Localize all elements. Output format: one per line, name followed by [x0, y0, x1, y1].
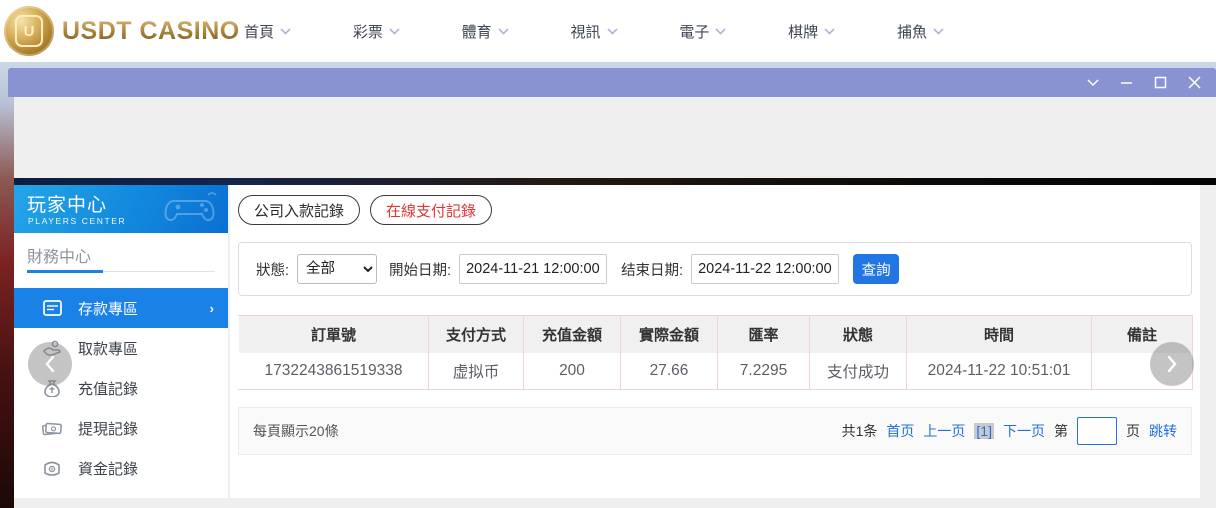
nav-item-lottery[interactable]: 彩票: [353, 21, 400, 42]
chevron-down-icon: [280, 27, 291, 35]
chevron-right-icon: [1167, 355, 1177, 373]
table-row: 1732243861519338 虚拟币 200 27.66 7.2295 支付…: [238, 352, 1193, 390]
nav-label: 彩票: [352, 23, 383, 41]
list-footer: 每頁顯示20條 共1条 首页 上一页 [1] 下一页 第 页 跳转: [238, 407, 1192, 455]
jump-page-input[interactable]: [1077, 417, 1117, 445]
pagination: 共1条 首页 上一页 [1] 下一页 第 页 跳转: [842, 417, 1177, 445]
page-size-text: 每頁顯示20條: [253, 423, 339, 439]
col-actual-amount: 實際金額: [620, 315, 718, 353]
total-count: 共1条: [841, 423, 878, 439]
chevron-down-icon: [715, 27, 726, 35]
jump-prefix: 第: [1054, 423, 1068, 439]
nav-item-slots[interactable]: 電子: [679, 21, 726, 42]
start-date-input[interactable]: [459, 254, 608, 284]
col-pay-method: 支付方式: [428, 315, 524, 353]
cell-actual-amount: 27.66: [620, 352, 718, 390]
chevron-down-icon: [933, 27, 944, 35]
hero-image-strip: [14, 178, 1216, 185]
record-tabs: 公司入款記錄 在線支付記錄: [238, 195, 493, 225]
brand-name: USDT CASINO: [62, 16, 240, 45]
table-header-row: 訂單號 支付方式 充值金額 實際金額 匯率 狀態 時間 備註: [238, 315, 1193, 353]
nav-item-home[interactable]: 首頁: [244, 21, 291, 42]
close-icon[interactable]: [1187, 75, 1202, 90]
carousel-prev-button[interactable]: [28, 342, 72, 386]
sidebar-item-withdrawal-records[interactable]: 提現記錄: [14, 408, 228, 448]
cash-notes-icon: [42, 418, 62, 438]
col-order-no: 訂單號: [238, 315, 429, 353]
sidebar-section-title: 財務中心: [27, 249, 92, 266]
sidebar-item-label: 提現記錄: [78, 420, 139, 438]
first-page-link[interactable]: 首页: [886, 421, 914, 441]
end-date-label: 结束日期:: [621, 262, 684, 279]
cell-recharge-amount: 200: [523, 352, 621, 390]
chevron-down-icon: [389, 27, 400, 35]
sidebar-title: 玩家中心: [27, 195, 108, 216]
nav-label: 捕魚: [896, 23, 927, 41]
nav-label: 視訊: [570, 23, 601, 41]
col-exchange-rate: 匯率: [717, 315, 810, 353]
sidebar-item-label: 取款專區: [78, 340, 139, 358]
top-nav: 首頁 彩票 體育 視訊 電子 棋牌 捕魚: [244, 0, 944, 62]
nav-label: 體育: [461, 23, 492, 41]
brand-emblem-letter: U: [15, 15, 43, 47]
filter-bar: 狀態: 全部 開始日期: 结束日期: 查詢: [238, 242, 1192, 296]
sidebar-item-label: 存款專區: [78, 300, 139, 318]
nav-label: 電子: [679, 23, 710, 41]
nav-label: 首頁: [244, 23, 275, 41]
sidebar-subtitle: PLAYERS CENTER: [28, 216, 127, 226]
status-select[interactable]: 全部: [297, 254, 378, 284]
minimize-icon[interactable]: [1119, 75, 1134, 90]
tab-company-deposit-records[interactable]: 公司入款記錄: [238, 195, 361, 225]
cell-exchange-rate: 7.2295: [717, 352, 810, 390]
cell-order-no: 1732243861519338: [238, 352, 429, 390]
sidebar-header: 玩家中心 PLAYERS CENTER: [14, 185, 228, 233]
chevron-down-icon: [606, 27, 618, 35]
query-button[interactable]: 查詢: [853, 254, 900, 284]
maximize-icon[interactable]: [1153, 75, 1168, 90]
nav-item-fishing[interactable]: 捕魚: [897, 21, 944, 42]
cell-pay-method: 虚拟币: [428, 352, 524, 390]
start-date-label: 開始日期:: [389, 262, 452, 279]
end-date-input[interactable]: [691, 254, 840, 284]
collapse-icon[interactable]: [1085, 75, 1100, 90]
tab-online-payment-records[interactable]: 在線支付記錄: [370, 195, 493, 225]
records-panel: 公司入款記錄 在線支付記錄 狀態: 全部 開始日期: 结束日期: 查詢 訂單號 …: [230, 185, 1200, 498]
chevron-down-icon: [824, 27, 835, 35]
next-page-link[interactable]: 下一页: [1003, 421, 1045, 441]
funds-wallet-icon: [42, 458, 62, 478]
col-time: 時間: [906, 315, 1092, 353]
status-label: 狀態:: [256, 262, 290, 279]
current-page-indicator: [1]: [974, 423, 994, 439]
col-status: 狀態: [809, 315, 907, 353]
col-recharge-amount: 充值金額: [523, 315, 621, 353]
sidebar-item-funds-records[interactable]: 資金記錄: [14, 448, 228, 488]
site-header: U USDT CASINO 首頁 彩票 體育 視訊 電子 棋牌 捕魚: [0, 0, 1216, 62]
cell-time: 2024-11-22 10:51:01: [906, 352, 1092, 390]
divider-accent: [27, 270, 103, 273]
nav-item-sports[interactable]: 體育: [462, 21, 509, 42]
brand-logo[interactable]: U USDT CASINO: [4, 5, 240, 57]
nav-item-cards[interactable]: 棋牌: [788, 21, 835, 42]
jump-button[interactable]: 跳转: [1149, 421, 1177, 441]
chevron-down-icon: [498, 27, 509, 35]
sidebar-item-label: 資金記錄: [78, 460, 139, 478]
chevron-left-icon: [45, 355, 55, 373]
prev-page-link[interactable]: 上一页: [923, 421, 965, 441]
nav-item-live[interactable]: 視訊: [570, 21, 618, 42]
window-titlebar: [8, 68, 1216, 97]
nav-label: 棋牌: [788, 23, 819, 41]
brand-emblem-icon: U: [4, 6, 54, 56]
deposit-card-icon: [42, 298, 62, 318]
sidebar-item-deposit[interactable]: 存款專區 ›: [14, 288, 228, 328]
gamepad-icon: [164, 192, 217, 222]
jump-suffix: 页: [1126, 423, 1140, 439]
cell-status: 支付成功: [809, 352, 907, 390]
records-table: 訂單號 支付方式 充值金額 實際金額 匯率 狀態 時間 備註 173224386…: [238, 315, 1193, 390]
carousel-next-button[interactable]: [1150, 342, 1194, 386]
chevron-right-icon: ›: [209, 300, 214, 316]
sidebar-item-label: 充值記錄: [78, 380, 139, 398]
